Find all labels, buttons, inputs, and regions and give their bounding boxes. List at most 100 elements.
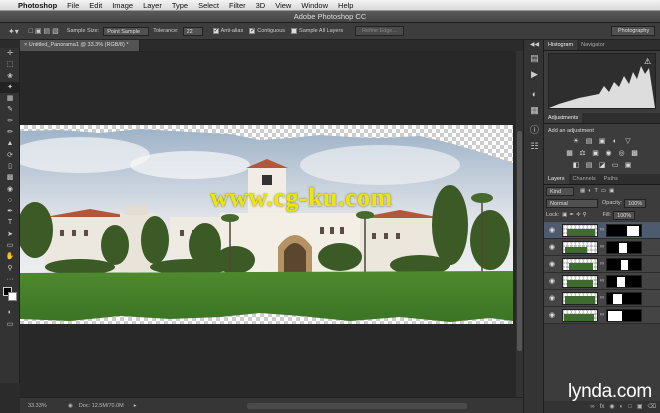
layer-row[interactable]: ◉ ∞ [544,307,660,324]
mask-link-icon[interactable]: ∞ [598,312,606,318]
hand-tool-icon[interactable]: ✋ [0,251,20,262]
vibrance-icon[interactable]: ▽ [624,137,633,146]
channel-mixer-icon[interactable]: ◎ [617,149,626,158]
layer-thumbnail[interactable] [562,291,598,305]
quick-mask-icon[interactable]: ◐ [0,307,20,318]
properties-panel-icon[interactable]: ☷ [524,138,545,154]
visibility-eye-icon[interactable]: ◉ [544,294,560,302]
menu-edit[interactable]: Edit [89,1,102,10]
selection-mode-icons[interactable]: □▣▤▧ [29,27,61,35]
eyedropper-tool-icon[interactable]: ✎ [0,104,20,115]
magic-wand-tool-icon[interactable]: ✦ [0,81,20,94]
tab-layers[interactable]: Layers [544,174,569,184]
panorama-image[interactable] [20,125,513,324]
menu-layer[interactable]: Layer [143,1,162,10]
fill-input[interactable]: 100% [613,210,636,220]
invert-icon[interactable]: ◧ [572,161,581,170]
layer-row[interactable]: ◉ ∞ [544,290,660,307]
shape-tool-icon[interactable]: ▭ [0,240,20,251]
layer-row[interactable]: ◉ ∞ [544,256,660,273]
swatches-panel-icon[interactable]: ▦ [524,102,545,118]
layer-thumbnail[interactable] [562,223,598,237]
eraser-tool-icon[interactable]: ▯ [0,161,20,172]
sample-all-layers-checkbox[interactable] [291,28,298,34]
gradient-map-icon[interactable]: ▭ [611,161,620,170]
color-lookup-icon[interactable]: ▩ [630,149,639,158]
tab-navigator[interactable]: Navigator [577,40,609,50]
histogram-warning-icon[interactable]: ⚠ [644,57,651,66]
history-panel-icon[interactable]: ▤ [524,50,545,66]
lasso-tool-icon[interactable]: ❀ [0,71,20,82]
lock-icons[interactable]: ▣✒✛⚲ [562,212,588,218]
tab-paths[interactable]: Paths [600,174,622,184]
layer-mask-thumbnail[interactable] [606,223,642,237]
opacity-input[interactable]: 100% [624,198,647,208]
layer-mask-thumbnail[interactable] [606,240,642,254]
clone-stamp-tool-icon[interactable]: ▲ [0,138,20,149]
magic-wand-tool-preset-icon[interactable]: ✦▾ [8,27,19,36]
color-swatches-icon[interactable] [0,285,20,307]
layer-thumbnail[interactable] [562,308,598,322]
black-white-icon[interactable]: ▣ [591,149,600,158]
layer-row[interactable]: ◉ ∞ [544,239,660,256]
dodge-tool-icon[interactable]: ○ [0,195,20,206]
layer-mask-thumbnail[interactable] [606,274,642,288]
filter-icons[interactable]: ▦◐T▭▣ [580,188,617,194]
vertical-scrollbar[interactable] [516,51,523,397]
menu-window[interactable]: Window [301,1,328,10]
brightness-contrast-icon[interactable]: ☀ [572,137,581,146]
zoom-tool-icon[interactable]: ⚲ [0,263,20,274]
tolerance-input[interactable]: 22 [182,26,203,36]
menu-select[interactable]: Select [198,1,219,10]
move-tool-icon[interactable]: ✛ [0,48,20,59]
pen-tool-icon[interactable]: ✒ [0,206,20,217]
workspace-select[interactable]: Photography [611,26,655,36]
layer-mask-thumbnail[interactable] [606,291,642,305]
layer-mask-thumbnail[interactable] [606,308,642,322]
menu-filter[interactable]: Filter [229,1,246,10]
menu-file[interactable]: File [67,1,79,10]
color-balance-icon[interactable]: ⚖ [578,149,587,158]
healing-brush-tool-icon[interactable]: ⚰ [0,116,20,127]
curves-icon[interactable]: ▣ [598,137,607,146]
visibility-eye-icon[interactable]: ◉ [544,243,560,251]
document-tab[interactable]: × Untitled_Panorama1 @ 33.3% (RGB/8) * [20,40,140,51]
menu-3d[interactable]: 3D [256,1,266,10]
refine-edge-button[interactable]: Refine Edge... [355,26,404,36]
menu-type[interactable]: Type [172,1,188,10]
tab-adjustments[interactable]: Adjustments [544,113,583,123]
path-selection-tool-icon[interactable]: ➤ [0,229,20,240]
info-panel-icon[interactable]: ⓘ [524,122,545,138]
menu-view[interactable]: View [275,1,291,10]
horizontal-scrollbar[interactable] [246,402,467,409]
sample-size-select[interactable]: Point Sample [103,26,150,36]
status-menu-arrow-icon[interactable]: ▸ [134,403,137,409]
type-tool-icon[interactable]: T [0,217,20,228]
layer-mask-thumbnail[interactable] [606,257,642,271]
scrollbar-thumb[interactable] [517,131,522,351]
background-color[interactable] [8,292,17,302]
crop-tool-icon[interactable]: ▦ [0,93,20,104]
mask-link-icon[interactable]: ∞ [598,227,606,233]
layer-thumbnail[interactable] [562,257,598,271]
exposure-icon[interactable]: ◐ [611,137,620,146]
visibility-eye-icon[interactable]: ◉ [544,277,560,285]
tab-histogram[interactable]: Histogram [544,40,578,50]
layer-kind-filter[interactable]: Kind [546,186,574,196]
layer-row[interactable]: ◉ ∞ [544,222,660,239]
menu-help[interactable]: Help [338,1,353,10]
color-panel-icon[interactable]: ◐ [524,86,545,102]
visibility-eye-icon[interactable]: ◉ [544,311,560,319]
contiguous-checkbox[interactable] [249,27,255,34]
posterize-icon[interactable]: ▤ [585,161,594,170]
mask-link-icon[interactable]: ∞ [598,244,606,250]
blur-tool-icon[interactable]: ◉ [0,184,20,195]
layer-thumbnail[interactable] [562,274,598,288]
mask-link-icon[interactable]: ∞ [598,278,606,284]
visibility-eye-icon[interactable]: ◉ [544,226,560,234]
more-tools-icon[interactable]: ··· [0,274,20,285]
mask-link-icon[interactable]: ∞ [598,295,606,301]
gradient-tool-icon[interactable]: ▩ [0,172,20,183]
hue-saturation-icon[interactable]: ▦ [565,149,574,158]
antialias-checkbox[interactable] [212,27,219,34]
